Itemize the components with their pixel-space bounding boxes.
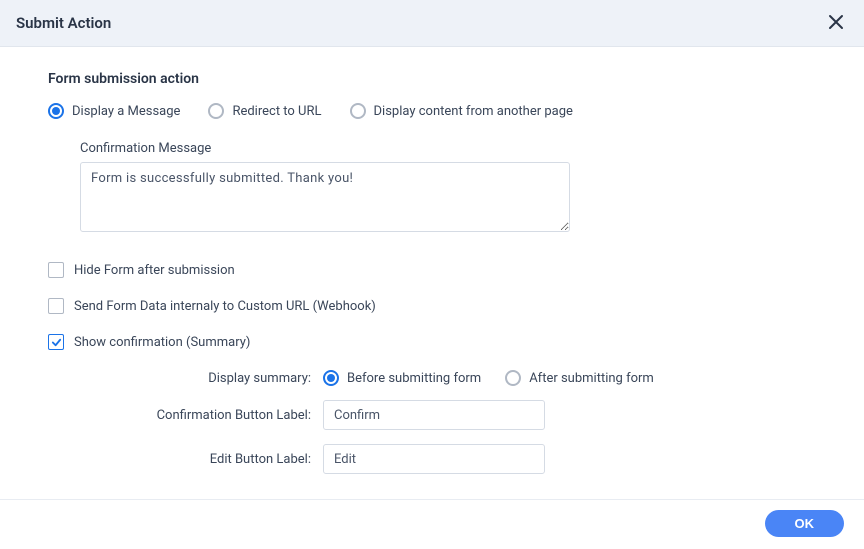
edit-button-label-text: Edit Button Label:	[108, 452, 323, 467]
display-summary-row: Display summary: Before submitting form …	[108, 370, 816, 386]
radio-label: Display a Message	[72, 104, 180, 119]
confirm-label-row: Confirmation Button Label:	[108, 400, 816, 430]
close-icon	[828, 10, 844, 35]
submit-action-dialog: Submit Action Form submission action Dis…	[0, 0, 864, 549]
radio-redirect-url[interactable]: Redirect to URL	[208, 103, 321, 119]
dialog-content: Form submission action Display a Message…	[0, 47, 864, 499]
confirm-button-label-text: Confirmation Button Label:	[108, 408, 323, 423]
confirmation-message-textarea[interactable]	[80, 162, 570, 232]
summary-section: Display summary: Before submitting form …	[108, 370, 816, 474]
checkbox-icon	[48, 262, 64, 278]
action-radio-group: Display a Message Redirect to URL Displa…	[48, 103, 816, 119]
radio-before-submit[interactable]: Before submitting form	[323, 370, 481, 386]
checkbox-label: Hide Form after submission	[74, 263, 235, 278]
radio-after-submit[interactable]: After submitting form	[505, 370, 654, 386]
checkbox-icon	[48, 334, 64, 350]
radio-label: Display content from another page	[374, 104, 573, 119]
radio-display-message[interactable]: Display a Message	[48, 103, 180, 119]
radio-label: Before submitting form	[347, 371, 481, 386]
checkbox-label: Send Form Data internaly to Custom URL (…	[74, 299, 376, 314]
dialog-header: Submit Action	[0, 0, 864, 47]
edit-button-label-input[interactable]	[323, 444, 545, 474]
edit-label-row: Edit Button Label:	[108, 444, 816, 474]
radio-icon	[323, 370, 339, 386]
display-summary-label: Display summary:	[108, 371, 323, 386]
checkbox-webhook[interactable]: Send Form Data internaly to Custom URL (…	[48, 298, 816, 314]
checkbox-show-summary[interactable]: Show confirmation (Summary)	[48, 334, 816, 350]
section-title: Form submission action	[48, 71, 816, 87]
dialog-title: Submit Action	[16, 14, 111, 32]
radio-icon	[208, 103, 224, 119]
checkbox-icon	[48, 298, 64, 314]
radio-label: Redirect to URL	[232, 104, 321, 119]
radio-display-page[interactable]: Display content from another page	[350, 103, 573, 119]
ok-button[interactable]: OK	[765, 510, 845, 537]
checkbox-label: Show confirmation (Summary)	[74, 335, 250, 350]
confirmation-message-label: Confirmation Message	[80, 141, 816, 156]
radio-icon	[350, 103, 366, 119]
close-button[interactable]	[824, 10, 848, 36]
radio-label: After submitting form	[529, 371, 654, 386]
dialog-footer: OK	[0, 499, 864, 549]
checkbox-hide-form[interactable]: Hide Form after submission	[48, 262, 816, 278]
radio-icon	[505, 370, 521, 386]
confirm-button-label-input[interactable]	[323, 400, 545, 430]
radio-icon	[48, 103, 64, 119]
